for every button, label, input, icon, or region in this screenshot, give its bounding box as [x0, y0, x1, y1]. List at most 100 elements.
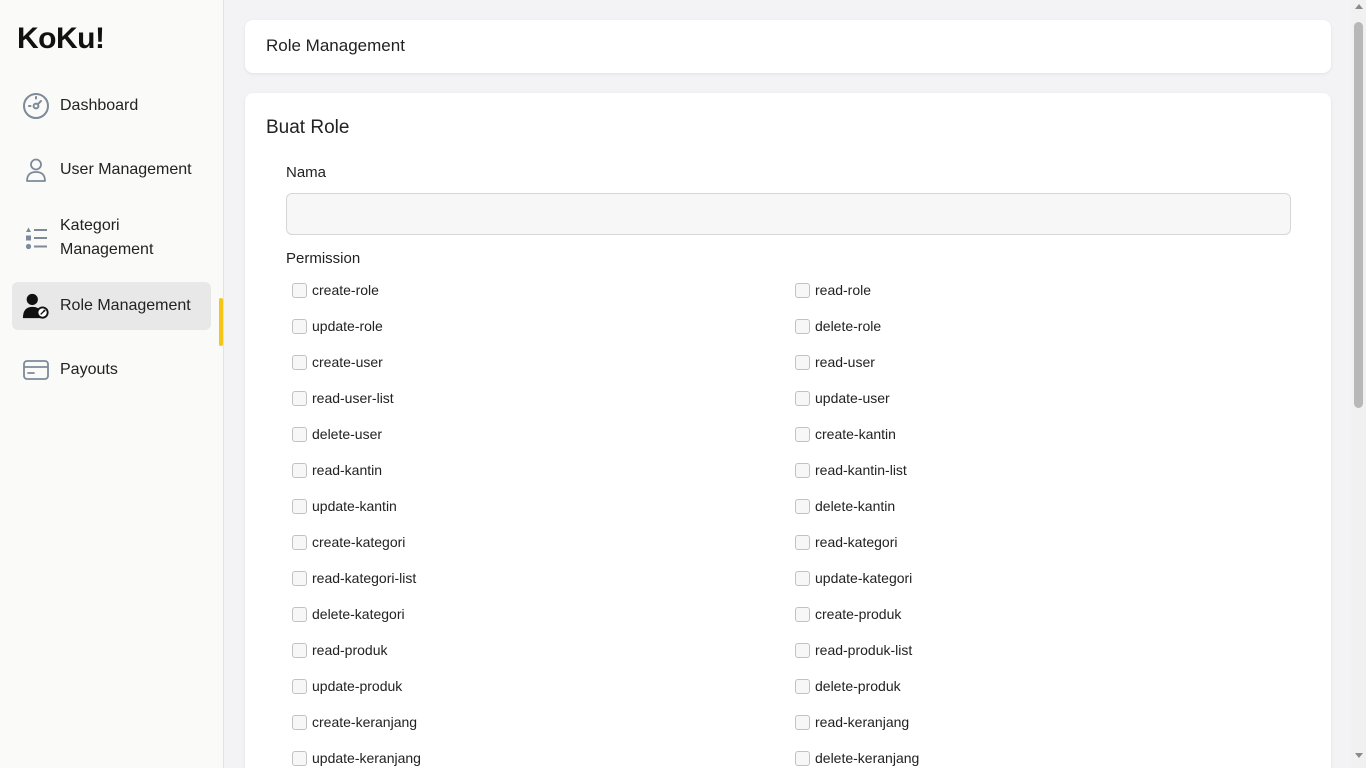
permission-checkbox[interactable] [795, 642, 810, 658]
sidebar-item-user-management[interactable]: User Management [12, 146, 211, 194]
permission-item[interactable]: delete-user [292, 424, 382, 444]
create-role-form: Buat Role Nama Permission create-role rea… [245, 93, 1331, 768]
permission-label-text: create-keranjang [312, 714, 418, 730]
permission-checkbox[interactable] [795, 426, 810, 442]
permission-item[interactable]: create-role [292, 280, 379, 300]
permission-label-text: read-produk [312, 642, 388, 658]
permission-checkbox[interactable] [292, 462, 307, 478]
permission-checkbox[interactable] [795, 750, 810, 766]
sidebar-item-label: Dashboard [60, 97, 139, 114]
sidebar-nav: Dashboard User Management Kategori Manag… [12, 82, 211, 410]
permission-item[interactable]: update-keranjang [292, 748, 421, 768]
permission-label-text: update-kategori [815, 570, 913, 586]
permission-checkbox[interactable] [795, 678, 810, 694]
permission-checkbox[interactable] [292, 606, 307, 622]
permission-item[interactable]: read-kantin-list [795, 460, 907, 480]
permission-label-text: read-user [815, 354, 875, 370]
permission-item[interactable]: read-kategori-list [292, 568, 416, 588]
permission-label-text: read-kantin [312, 462, 383, 478]
permission-checkbox[interactable] [795, 714, 810, 730]
sidebar-item-label: Role Management [60, 297, 191, 314]
permission-checkbox[interactable] [795, 282, 810, 298]
permission-item[interactable]: update-kategori [795, 568, 912, 588]
sidebar-item-payouts[interactable]: Payouts [12, 346, 211, 394]
permission-item[interactable]: read-produk [292, 640, 388, 660]
permission-checkbox[interactable] [292, 282, 307, 298]
permission-label-text: read-kantin-list [815, 462, 907, 478]
permission-checkbox[interactable] [292, 750, 307, 766]
permission-checkbox[interactable] [292, 570, 307, 586]
permission-checkbox[interactable] [292, 426, 307, 442]
permission-label-text: read-keranjang [815, 714, 910, 730]
permission-label-text: create-produk [815, 606, 902, 622]
permission-item[interactable]: update-kantin [292, 496, 397, 516]
permission-item[interactable]: update-role [292, 316, 383, 336]
permission-checkbox[interactable] [795, 354, 810, 370]
permission-checkbox[interactable] [292, 678, 307, 694]
permission-item[interactable]: create-user [292, 352, 383, 372]
permission-checkbox[interactable] [292, 390, 307, 406]
permission-checkbox[interactable] [292, 354, 307, 370]
sidebar-item-label: Payouts [60, 361, 118, 378]
permission-checkbox[interactable] [795, 498, 810, 514]
permission-checkbox[interactable] [795, 570, 810, 586]
sidebar-item-kategori-management[interactable]: Kategori Management [12, 210, 211, 266]
permission-checkbox[interactable] [292, 318, 307, 334]
scroll-thumb[interactable] [1354, 22, 1363, 408]
permission-item[interactable]: create-kantin [795, 424, 896, 444]
permission-item[interactable]: update-produk [292, 676, 402, 696]
permission-item[interactable]: delete-produk [795, 676, 901, 696]
page-title: Role Management [266, 36, 405, 55]
permission-item[interactable]: delete-kategori [292, 604, 405, 624]
permission-checkbox[interactable] [292, 714, 307, 730]
permission-item[interactable]: read-produk-list [795, 640, 912, 660]
permission-item[interactable]: read-user [795, 352, 875, 372]
permission-item[interactable]: create-kategori [292, 532, 405, 552]
sidebar-item-label: User Management [60, 161, 192, 178]
permission-label-text: update-produk [312, 678, 403, 694]
permission-label-text: delete-kategori [312, 606, 405, 622]
permission-label-text: update-role [312, 318, 383, 334]
sidebar-item-label: Kategori Management [60, 217, 154, 258]
form-title: Buat Role [266, 117, 350, 138]
permission-label-text: read-kategori [815, 534, 898, 550]
scroll-up-arrow-icon[interactable] [1355, 4, 1363, 9]
permission-label-text: create-kategori [312, 534, 406, 550]
permission-label: Permission [286, 250, 361, 267]
permission-item[interactable]: delete-role [795, 316, 881, 336]
page-scrollbar[interactable] [1351, 0, 1366, 768]
app-logo: KoKu! [17, 22, 105, 55]
permission-checkbox[interactable] [795, 318, 810, 334]
name-input[interactable] [286, 193, 1291, 235]
permission-item[interactable]: read-role [795, 280, 871, 300]
permission-item[interactable]: update-user [795, 388, 890, 408]
permission-item[interactable]: read-kategori [795, 532, 898, 552]
permission-item[interactable]: create-keranjang [292, 712, 417, 732]
permission-label-text: delete-user [312, 426, 383, 442]
permission-label-text: delete-produk [815, 678, 901, 694]
permission-checkbox[interactable] [795, 390, 810, 406]
gauge-icon [22, 92, 50, 120]
permission-item[interactable]: read-keranjang [795, 712, 909, 732]
scroll-down-arrow-icon[interactable] [1355, 753, 1363, 758]
permission-item[interactable]: read-user-list [292, 388, 394, 408]
permission-item[interactable]: create-produk [795, 604, 901, 624]
permission-checkbox[interactable] [795, 606, 810, 622]
permission-item[interactable]: delete-keranjang [795, 748, 919, 768]
permission-checkbox[interactable] [292, 534, 307, 550]
sidebar: KoKu! Dashboard User Management Kategori… [0, 0, 224, 768]
permission-item[interactable]: read-kantin [292, 460, 382, 480]
permission-checkbox[interactable] [292, 498, 307, 514]
permission-label-text: read-user-list [312, 390, 394, 406]
permission-checkbox[interactable] [292, 642, 307, 658]
permission-checkbox[interactable] [795, 534, 810, 550]
permission-label-text: update-keranjang [312, 750, 421, 766]
permission-label-text: read-produk-list [815, 642, 913, 658]
sidebar-item-role-management[interactable]: Role Management [12, 282, 211, 330]
permission-label-text: read-role [815, 282, 872, 298]
permission-label-text: create-role [312, 282, 379, 298]
sidebar-item-dashboard[interactable]: Dashboard [12, 82, 211, 130]
permission-checkbox[interactable] [795, 462, 810, 478]
permission-label-text: delete-kantin [815, 498, 896, 514]
permission-item[interactable]: delete-kantin [795, 496, 895, 516]
